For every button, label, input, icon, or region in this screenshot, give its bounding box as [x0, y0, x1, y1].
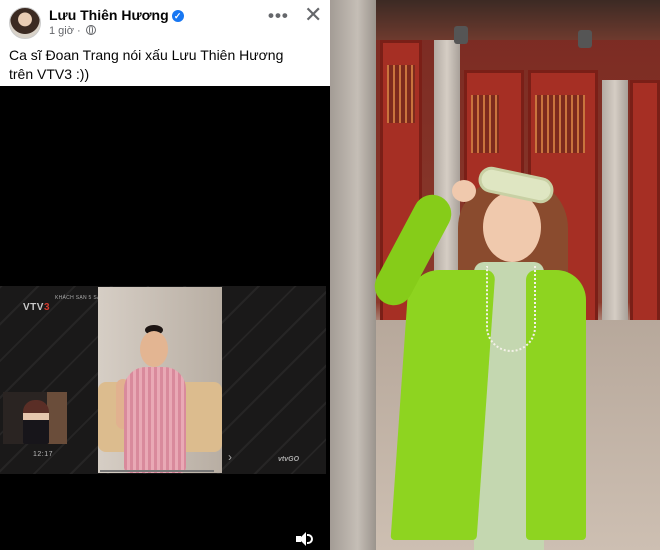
post-header: Lưu Thiên Hương ✓ 1 giờ · ••• ✕: [0, 0, 330, 44]
channel-prefix: VTV: [23, 302, 44, 313]
inset-timestamp: 12:17: [33, 451, 54, 458]
hand: [452, 180, 476, 202]
volume-wave: [307, 534, 313, 544]
post-time[interactable]: 1 giờ: [49, 25, 74, 37]
video-frame: VTV3 KHÁCH SẠN 5 SAO 12:17 › vtvGO: [0, 286, 326, 474]
author-name[interactable]: Lưu Thiên Hương: [49, 7, 169, 23]
pearl-necklace: [486, 266, 536, 352]
door-lattice: [387, 65, 415, 123]
channel-logo: VTV3: [23, 302, 50, 313]
vtvgo-watermark: vtvGO: [278, 452, 299, 464]
facebook-post: Lưu Thiên Hương ✓ 1 giờ · ••• ✕ Ca sĩ Đoa…: [0, 0, 330, 550]
video-progress-bar[interactable]: [100, 470, 214, 472]
watermark-sub: GO: [288, 456, 300, 463]
chevron-right-icon: ›: [228, 450, 232, 464]
woman-figure: [368, 150, 590, 550]
volume-icon[interactable]: [296, 532, 314, 546]
door-lattice: [535, 95, 585, 153]
inset-person: [23, 400, 49, 444]
globe-icon: [85, 25, 96, 35]
meta-separator: ·: [77, 25, 81, 37]
post-caption: Ca sĩ Đoan Trang nói xấu Lưu Thiên Hương…: [9, 47, 284, 82]
avatar[interactable]: [9, 7, 41, 39]
roof-eave: [376, 0, 660, 40]
video-player[interactable]: VTV3 KHÁCH SẠN 5 SAO 12:17 › vtvGO: [0, 86, 330, 550]
singer-dress: [124, 367, 186, 473]
face: [483, 192, 541, 262]
close-icon[interactable]: ✕: [304, 2, 322, 28]
more-options-icon[interactable]: •••: [268, 6, 289, 26]
wall-lamp: [578, 30, 592, 48]
inset-camera: [3, 392, 67, 444]
watermark-text: vtv: [278, 456, 289, 463]
post-meta: 1 giờ ·: [49, 25, 96, 37]
inset-background: [47, 392, 67, 444]
singer: [116, 325, 190, 473]
wall-lamp: [454, 26, 468, 44]
door-lattice: [471, 95, 499, 153]
singer-head: [140, 331, 168, 367]
verified-badge-icon: ✓: [171, 10, 184, 22]
author-name-row: Lưu Thiên Hương ✓: [49, 7, 184, 23]
stone-pillar: [330, 0, 376, 550]
channel-number: 3: [43, 302, 51, 313]
main-camera: [98, 287, 222, 473]
